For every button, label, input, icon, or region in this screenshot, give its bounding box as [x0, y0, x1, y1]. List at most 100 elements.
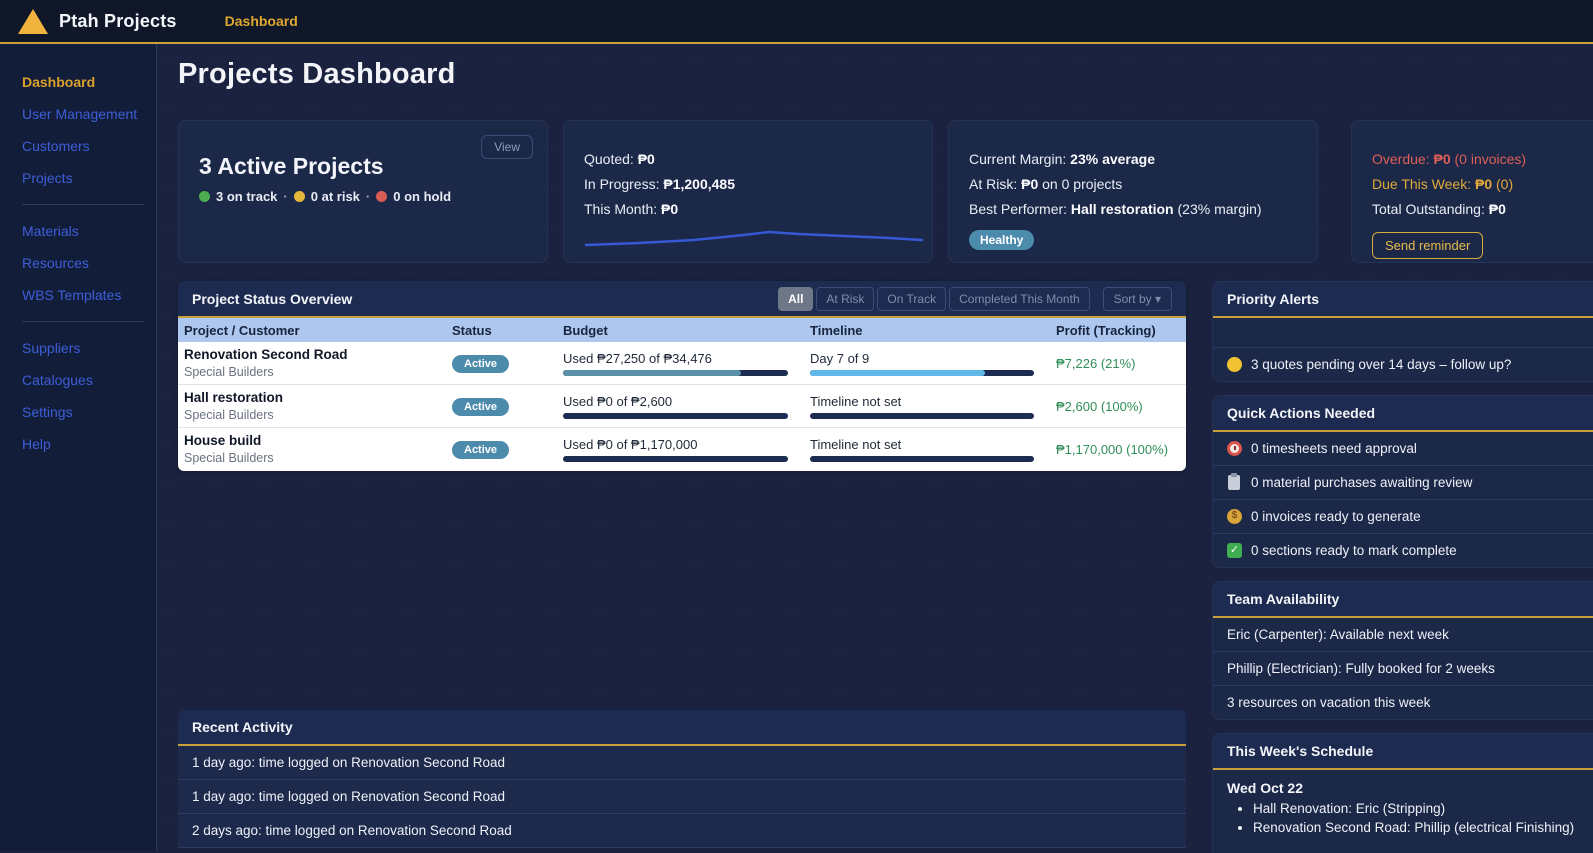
sidebar-item-projects[interactable]: Projects	[22, 162, 156, 194]
project-name[interactable]: House build	[184, 432, 446, 450]
due-this-week-rest: (0)	[1496, 176, 1514, 192]
project-name[interactable]: Hall restoration	[184, 389, 446, 407]
table-row[interactable]: Hall restoration Special Builders Active…	[178, 385, 1186, 428]
quick-action-text: 0 material purchases awaiting review	[1251, 475, 1473, 490]
view-button[interactable]: View	[481, 135, 533, 159]
filter-at-risk-button[interactable]: At Risk	[816, 286, 875, 311]
yellow-dot-icon	[1227, 357, 1242, 372]
table-row[interactable]: House build Special Builders Active Used…	[178, 428, 1186, 471]
activity-item: 2 days ago: time logged on Renovation Se…	[178, 814, 1186, 848]
top-navbar: Ptah Projects Dashboard	[0, 0, 1593, 44]
quick-action-text: 0 sections ready to mark complete	[1251, 543, 1457, 558]
pipeline-sparkline-chart	[584, 230, 924, 247]
quick-action-item[interactable]: 0 sections ready to mark complete	[1213, 534, 1593, 567]
best-performer-rest: (23% margin)	[1177, 201, 1262, 217]
sidebar-item-suppliers[interactable]: Suppliers	[22, 332, 156, 364]
due-this-week-value: ₱0	[1474, 176, 1493, 192]
overdue-label: Overdue:	[1372, 151, 1430, 167]
timeline-progressbar	[810, 456, 1034, 462]
table-title: Project Status Overview	[192, 290, 353, 307]
sidebar-item-customers[interactable]: Customers	[22, 130, 156, 162]
alarm-clock-icon	[1227, 441, 1242, 456]
topnav-link-dashboard[interactable]: Dashboard	[225, 13, 298, 29]
sidebar-item-help[interactable]: Help	[22, 428, 156, 460]
filter-all-button[interactable]: All	[778, 286, 814, 311]
column-status: Status	[452, 322, 492, 338]
timeline-progressbar	[810, 412, 1034, 419]
status-badge: Active	[452, 354, 510, 373]
weekly-schedule-card: This Week's Schedule Wed Oct 22 Hall Ren…	[1212, 733, 1593, 853]
quick-action-item[interactable]: 0 timesheets need approval	[1213, 432, 1593, 466]
in-progress-value: ₱1,200,485	[663, 176, 735, 192]
overdue-rest: (0 invoices)	[1454, 151, 1527, 167]
filter-on-track-button[interactable]: On Track	[877, 286, 947, 311]
quick-actions-card: Quick Actions Needed 0 timesheets need a…	[1212, 395, 1593, 568]
app-brand: Ptah Projects	[59, 10, 177, 31]
filter-completed-button[interactable]: Completed This Month	[949, 286, 1090, 311]
timeline-label: Timeline not set	[810, 437, 902, 452]
sidebar-item-dashboard[interactable]: Dashboard	[22, 66, 156, 98]
invoices-card: Overdue: ₱0 (0 invoices) Due This Week: …	[1351, 120, 1593, 263]
this-month-value: ₱0	[661, 201, 679, 217]
total-outstanding-value: ₱0	[1488, 201, 1506, 217]
margin-at-risk-label: At Risk:	[969, 176, 1018, 192]
project-status-dots: 3 on track · 0 at risk · 0 on hold	[199, 189, 527, 204]
budget-progressbar	[563, 369, 788, 376]
dot-separator: ·	[365, 189, 371, 204]
budget-label: Used ₱0 of ₱2,600	[563, 393, 673, 409]
quoted-value: ₱0	[637, 151, 655, 167]
on-hold-label: 0 on hold	[393, 189, 452, 204]
quick-action-item[interactable]: 0 material purchases awaiting review	[1213, 466, 1593, 500]
sidebar-item-wbs-templates[interactable]: WBS Templates	[22, 279, 156, 311]
at-risk-dot-icon	[293, 191, 305, 202]
on-track-dot-icon	[199, 191, 210, 202]
margin-at-risk-line: At Risk: ₱0 on 0 projects	[969, 176, 1297, 192]
table-header-bar: Project Status Overview All At Risk On T…	[178, 281, 1186, 318]
sidebar-item-resources[interactable]: Resources	[22, 247, 156, 279]
sidebar-item-user-management[interactable]: User Management	[22, 98, 156, 130]
table-row[interactable]: Renovation Second Road Special Builders …	[178, 342, 1186, 385]
sidebar-item-materials[interactable]: Materials	[22, 215, 156, 247]
table-filters: All At Risk On Track Completed This Mont…	[778, 286, 1172, 311]
timeline-label: Day 7 of 9	[810, 350, 870, 366]
status-badge: Active	[452, 441, 510, 459]
team-availability-item: 3 resources on vacation this week	[1227, 695, 1431, 710]
sidebar-item-settings[interactable]: Settings	[22, 396, 156, 428]
project-name[interactable]: Renovation Second Road	[184, 346, 446, 364]
alert-text: 3 quotes pending over 14 days – follow u…	[1251, 357, 1512, 372]
schedule-day-label: Wed Oct 22	[1227, 780, 1303, 796]
current-margin-label: Current Margin:	[969, 151, 1067, 167]
budget-label: Used ₱27,250 of ₱34,476	[563, 350, 712, 366]
margin-card: Current Margin: 23% average At Risk: ₱0 …	[948, 120, 1318, 263]
alert-empty-row	[1213, 318, 1593, 348]
column-profit: Profit (Tracking)	[1056, 322, 1156, 338]
main-content: Projects Dashboard View 3 Active Project…	[157, 44, 1593, 853]
total-outstanding-line: Total Outstanding: ₱0	[1372, 201, 1593, 217]
send-reminder-button[interactable]: Send reminder	[1372, 232, 1484, 259]
sidebar-item-catalogues[interactable]: Catalogues	[22, 364, 156, 396]
quoted-line: Quoted: ₱0	[584, 151, 912, 167]
team-availability-title: Team Availability	[1213, 582, 1593, 618]
due-this-week-label: Due This Week:	[1372, 176, 1472, 192]
overdue-line: Overdue: ₱0 (0 invoices)	[1372, 151, 1593, 167]
in-progress-line: In Progress: ₱1,200,485	[584, 176, 912, 192]
priority-alerts-title: Priority Alerts	[1213, 282, 1593, 318]
at-risk-label: 0 at risk	[310, 189, 360, 204]
column-timeline: Timeline	[810, 322, 863, 338]
on-track-label: 3 on track	[216, 189, 278, 204]
column-budget: Budget	[563, 322, 608, 338]
margin-at-risk-value: ₱0	[1021, 176, 1039, 192]
quick-action-item[interactable]: 0 invoices ready to generate	[1213, 500, 1593, 534]
profit-value: ₱7,226 (21%)	[1056, 355, 1136, 371]
table-column-header: Project / Customer Status Budget Timelin…	[178, 318, 1186, 342]
this-month-label: This Month:	[584, 201, 658, 217]
quick-actions-title: Quick Actions Needed	[1213, 396, 1593, 432]
sort-by-dropdown[interactable]: Sort by ▾	[1102, 286, 1172, 311]
active-projects-card: View 3 Active Projects 3 on track · 0 at…	[178, 120, 548, 263]
quick-action-text: 0 invoices ready to generate	[1251, 509, 1421, 524]
margin-at-risk-rest: on 0 projects	[1042, 176, 1123, 192]
project-customer: Special Builders	[184, 451, 274, 466]
dot-separator: ·	[283, 189, 288, 204]
budget-progressbar	[563, 456, 788, 462]
app-logo-triangle-icon	[18, 8, 48, 34]
